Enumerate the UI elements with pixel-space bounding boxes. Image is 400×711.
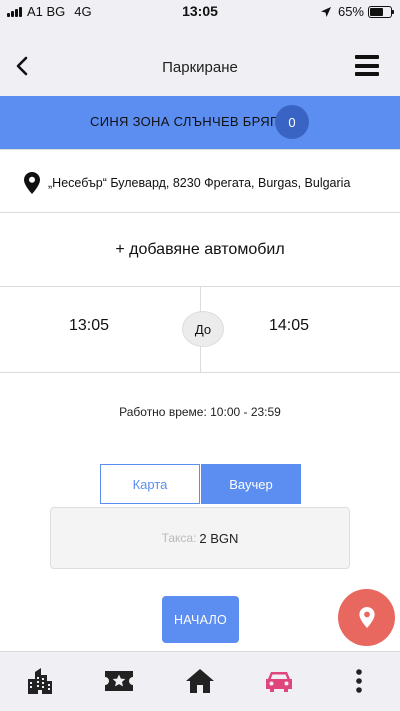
- payment-method-tabs: Карта Ваучер: [100, 464, 301, 504]
- bottom-tab-bar: [0, 651, 400, 711]
- fee-label: Такса:: [161, 531, 197, 545]
- page-title: Паркиране: [162, 59, 238, 76]
- add-car-button[interactable]: + добавяне автомобил: [0, 213, 400, 286]
- buildings-icon: [28, 668, 52, 694]
- status-right: 65%: [320, 4, 394, 19]
- tab-voucher[interactable]: Ваучер: [201, 464, 301, 504]
- location-fab-button[interactable]: [338, 589, 395, 646]
- home-icon: [186, 669, 214, 693]
- location-arrow-icon: [320, 6, 331, 17]
- ticket-star-icon: [105, 671, 133, 691]
- car-icon: [266, 672, 292, 692]
- battery-percent: 65%: [337, 4, 364, 19]
- hamburger-menu-icon[interactable]: [355, 55, 379, 76]
- time-range: 13:05 До 14:05: [0, 287, 400, 372]
- end-time[interactable]: 14:05: [200, 317, 378, 335]
- navigation-bar: Паркиране: [0, 22, 400, 96]
- tab-more[interactable]: [344, 666, 374, 696]
- tab-home[interactable]: [185, 666, 215, 696]
- address-text: „Несебър“ Булевард, 8230 Фрегата, Burgas…: [48, 176, 351, 190]
- status-bar: A1 BG 4G 13:05 65%: [0, 0, 400, 22]
- more-vertical-icon: [356, 669, 362, 693]
- working-hours: Работно време: 10:00 - 23:59: [119, 405, 281, 419]
- map-pin-icon: [24, 172, 40, 194]
- fee-box: Такса: 2 BGN: [50, 507, 350, 569]
- start-time[interactable]: 13:05: [0, 317, 178, 335]
- divider: [0, 372, 400, 373]
- start-button[interactable]: НАЧАЛО: [162, 596, 239, 643]
- battery-fill: [370, 7, 383, 16]
- tab-buildings[interactable]: [25, 666, 55, 696]
- location-pin-icon: [358, 607, 375, 628]
- tab-card[interactable]: Карта: [100, 464, 200, 504]
- tab-tickets[interactable]: [104, 666, 134, 696]
- zone-count-badge: 0: [275, 105, 309, 139]
- zone-name: СИНЯ ЗОНА СЛЪНЧЕВ БРЯГ: [90, 114, 278, 129]
- battery-icon: [368, 5, 394, 18]
- tab-parking[interactable]: [264, 666, 294, 696]
- zone-banner[interactable]: СИНЯ ЗОНА СЛЪНЧЕВ БРЯГ: [0, 96, 400, 149]
- address-row[interactable]: „Несебър“ Булевард, 8230 Фрегата, Burgas…: [0, 150, 400, 212]
- fee-value: 2 BGN: [199, 530, 239, 546]
